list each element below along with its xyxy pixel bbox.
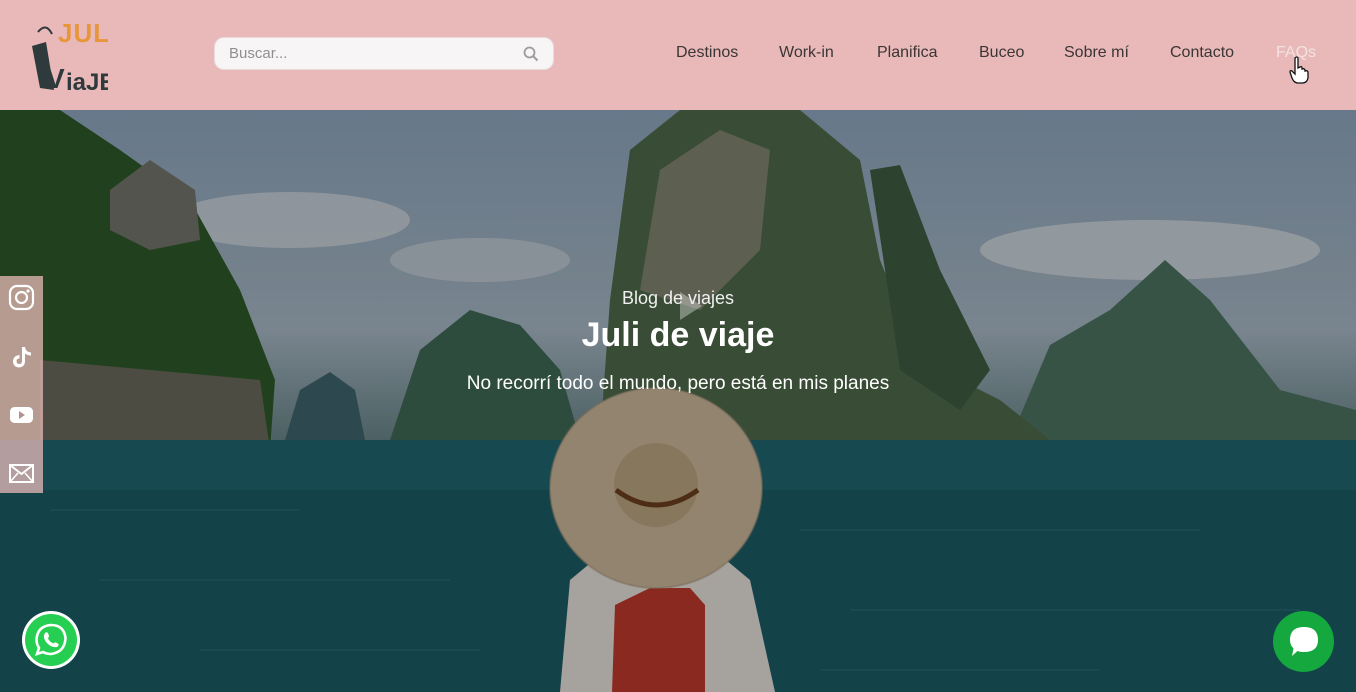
youtube-icon[interactable]: [8, 401, 35, 428]
social-sidebar: [0, 276, 43, 493]
chat-bubble-icon: [1290, 627, 1318, 656]
nav-planifica[interactable]: Planifica: [877, 44, 937, 62]
nav-contacto[interactable]: Contacto: [1170, 44, 1234, 62]
hero-title: Juli de viaje: [581, 316, 775, 354]
chat-button[interactable]: [1273, 611, 1334, 672]
hero-dark-overlay: [0, 110, 1356, 692]
site-header: JULI V iaJE Destinos Work-in Planifica B…: [0, 0, 1356, 110]
nav-work-in[interactable]: Work-in: [779, 44, 834, 62]
main-nav: Destinos Work-in Planifica Buceo Sobre m…: [0, 44, 1356, 66]
tiktok-icon[interactable]: [8, 344, 35, 371]
whatsapp-icon: [34, 623, 67, 657]
hand-cursor-icon: [1289, 56, 1309, 84]
hero-subtitle: Blog de viajes: [621, 288, 735, 308]
mail-icon[interactable]: [8, 460, 35, 487]
svg-text:iaJE: iaJE: [66, 69, 108, 96]
instagram-icon[interactable]: [8, 284, 35, 311]
whatsapp-button-bg: [25, 614, 77, 666]
whatsapp-button[interactable]: [22, 611, 80, 669]
hero-tagline: No recorrí todo el mundo, pero está en m…: [466, 373, 890, 394]
nav-sobre-mi[interactable]: Sobre mí: [1064, 44, 1129, 62]
hero-banner: Blog de viajes Juli de viaje No recorrí …: [0, 110, 1356, 692]
svg-text:V: V: [46, 63, 65, 94]
nav-buceo[interactable]: Buceo: [979, 44, 1024, 62]
nav-destinos[interactable]: Destinos: [676, 44, 738, 62]
